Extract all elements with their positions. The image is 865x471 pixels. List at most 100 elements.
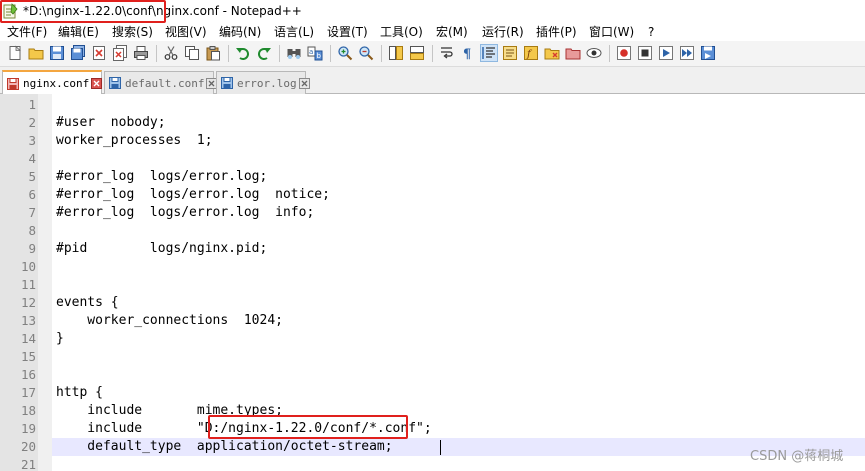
code-line[interactable]: 7 #error_log logs/error.log info;: [0, 204, 865, 222]
monitor-button[interactable]: [585, 44, 603, 62]
menu-item-2[interactable]: 搜索(S): [112, 24, 153, 40]
cut-button[interactable]: [162, 44, 180, 62]
code-line[interactable]: 4: [0, 150, 865, 168]
editor-area[interactable]: 1 2 #user nobody; 3 worker_processes 1; 4 5 #er…: [0, 94, 865, 471]
line-number: 3: [28, 133, 36, 148]
indent-guide-button[interactable]: [480, 44, 498, 62]
sync-vertical-button[interactable]: [387, 44, 405, 62]
menu-item-12[interactable]: ?: [648, 24, 654, 40]
print-button[interactable]: [132, 44, 150, 62]
code-line[interactable]: 3 worker_processes 1;: [0, 132, 865, 150]
code-line[interactable]: 18 include mime.types;: [0, 402, 865, 420]
function-list-button[interactable]: f: [522, 44, 540, 62]
line-text[interactable]: [52, 96, 865, 114]
folder-workspace-button[interactable]: [543, 44, 561, 62]
tab-bar: nginx.conf default.conf error.log: [0, 67, 865, 95]
menu-item-9[interactable]: 运行(R): [482, 24, 524, 40]
line-number: 15: [20, 349, 36, 364]
document-list-button[interactable]: [564, 44, 582, 62]
line-text[interactable]: #error_log logs/error.log;: [52, 168, 865, 186]
line-number: 10: [20, 259, 36, 274]
close-icon[interactable]: [298, 77, 310, 89]
redo-button[interactable]: [255, 44, 273, 62]
line-text[interactable]: #error_log logs/error.log notice;: [52, 186, 865, 204]
close-icon[interactable]: [91, 78, 103, 89]
close-button[interactable]: [90, 44, 108, 62]
word-wrap-button[interactable]: [438, 44, 456, 62]
line-text[interactable]: }: [52, 330, 865, 348]
code-line[interactable]: 8: [0, 222, 865, 240]
code-line[interactable]: 19 include "D:/nginx-1.22.0/conf/*.conf"…: [0, 420, 865, 438]
menu-item-7[interactable]: 工具(O): [380, 24, 423, 40]
menu-item-8[interactable]: 宏(M): [436, 24, 468, 40]
menu-item-4[interactable]: 编码(N): [219, 24, 261, 40]
replace-button[interactable]: ab: [306, 44, 324, 62]
find-button[interactable]: [285, 44, 303, 62]
save-macro-button[interactable]: [699, 44, 717, 62]
line-text[interactable]: #user nobody;: [52, 114, 865, 132]
line-text[interactable]: [52, 150, 865, 168]
line-text[interactable]: worker_connections 1024;: [52, 312, 865, 330]
line-text[interactable]: [52, 348, 865, 366]
tab-error-log[interactable]: error.log: [216, 71, 310, 94]
open-file-button[interactable]: [27, 44, 45, 62]
code-line[interactable]: 20 default_type application/octet-stream…: [0, 438, 865, 456]
line-number: 1: [28, 97, 36, 112]
code-line[interactable]: 6 #error_log logs/error.log notice;: [0, 186, 865, 204]
line-text[interactable]: [52, 456, 865, 471]
menu-item-0[interactable]: 文件(F): [7, 24, 47, 40]
line-text[interactable]: #error_log logs/error.log info;: [52, 204, 865, 222]
line-text[interactable]: http {: [52, 384, 865, 402]
line-text[interactable]: default_type application/octet-stream;: [52, 438, 865, 456]
undo-button[interactable]: [234, 44, 252, 62]
code-line[interactable]: 1: [0, 96, 865, 114]
run-macro-multiple-button[interactable]: [678, 44, 696, 62]
code-line[interactable]: 17 http {: [0, 384, 865, 402]
line-text[interactable]: #pid logs/nginx.pid;: [52, 240, 865, 258]
code-line[interactable]: 16: [0, 366, 865, 384]
menu-item-11[interactable]: 窗口(W): [589, 24, 634, 40]
menu-item-1[interactable]: 编辑(E): [58, 24, 99, 40]
doc-map-icon: [503, 46, 517, 60]
menu-item-6[interactable]: 设置(T): [327, 24, 368, 40]
play-macro-button[interactable]: [657, 44, 675, 62]
code-line[interactable]: 10: [0, 258, 865, 276]
record-macro-button[interactable]: [615, 44, 633, 62]
code-line[interactable]: 5 #error_log logs/error.log;: [0, 168, 865, 186]
line-text[interactable]: [52, 276, 865, 294]
code-line[interactable]: 14}: [0, 330, 865, 348]
stop-macro-button[interactable]: [636, 44, 654, 62]
new-file-button[interactable]: [6, 44, 24, 62]
code-line[interactable]: 2 #user nobody;: [0, 114, 865, 132]
code-line[interactable]: 21: [0, 456, 865, 471]
line-text[interactable]: events {: [52, 294, 865, 312]
menu-item-10[interactable]: 插件(P): [536, 24, 577, 40]
replace-icon: ab: [307, 46, 323, 61]
tab-nginx-conf[interactable]: nginx.conf: [2, 70, 103, 95]
save-all-button[interactable]: [69, 44, 87, 62]
show-all-chars-button[interactable]: ¶: [459, 44, 477, 62]
line-text[interactable]: worker_processes 1;: [52, 132, 865, 150]
close-all-button[interactable]: [111, 44, 129, 62]
line-number: 2: [28, 115, 36, 130]
line-text[interactable]: [52, 258, 865, 276]
menu-item-5[interactable]: 语言(L): [274, 24, 314, 40]
code-line[interactable]: 15: [0, 348, 865, 366]
tab-default-conf[interactable]: default.conf: [104, 71, 218, 94]
zoom-in-button[interactable]: [336, 44, 354, 62]
code-line[interactable]: 12 events {: [0, 294, 865, 312]
doc-map-button[interactable]: [501, 44, 519, 62]
line-text[interactable]: include "D:/nginx-1.22.0/conf/*.conf";: [52, 420, 865, 438]
line-text[interactable]: include mime.types;: [52, 402, 865, 420]
copy-button[interactable]: [183, 44, 201, 62]
code-line[interactable]: 13 worker_connections 1024;: [0, 312, 865, 330]
menu-item-3[interactable]: 视图(V): [165, 24, 207, 40]
line-text[interactable]: [52, 222, 865, 240]
code-line[interactable]: 9 #pid logs/nginx.pid;: [0, 240, 865, 258]
line-text[interactable]: [52, 366, 865, 384]
save-button[interactable]: [48, 44, 66, 62]
sync-horizontal-button[interactable]: [408, 44, 426, 62]
zoom-out-button[interactable]: [357, 44, 375, 62]
paste-button[interactable]: [204, 44, 222, 62]
code-line[interactable]: 11: [0, 276, 865, 294]
